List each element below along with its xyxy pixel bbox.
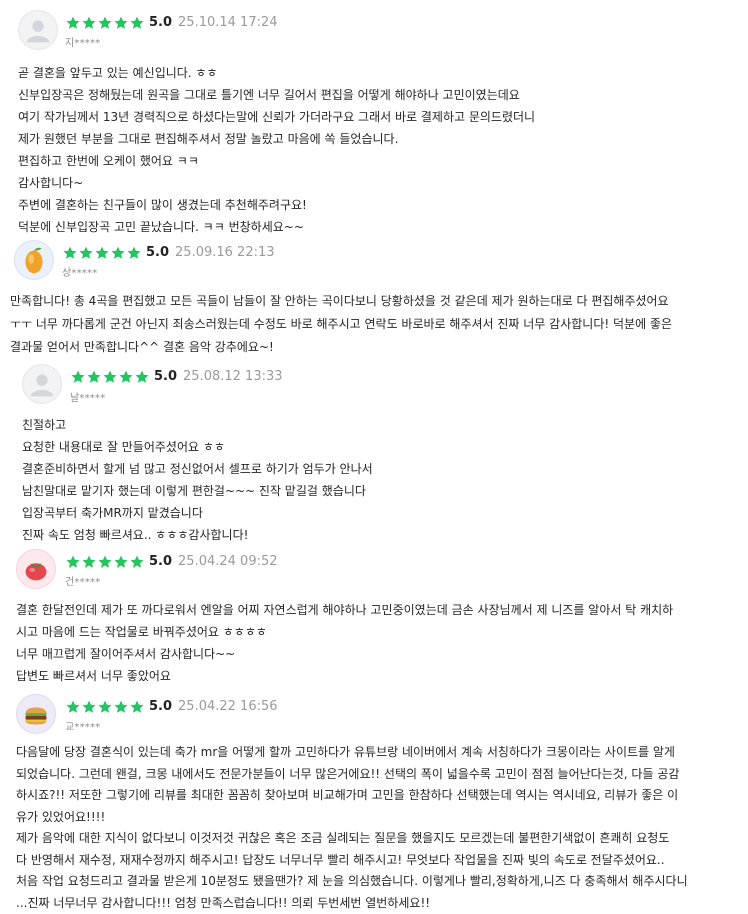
review-line: 유가 있었어요!!!! bbox=[16, 807, 688, 829]
star-icon bbox=[97, 554, 113, 570]
review-line: 답변도 빠르셔서 너무 좋았어요 bbox=[16, 665, 673, 687]
star-rating bbox=[65, 554, 145, 570]
star-icon bbox=[102, 369, 118, 385]
star-icon bbox=[94, 245, 110, 261]
review-line: 하시죠?!! 저또한 그렇기에 리뷰를 최대한 꼼꼼히 찾아보며 비교해가며 고… bbox=[16, 785, 688, 807]
review-date: 25.10.14 17:24 bbox=[178, 15, 278, 30]
rating-score: 5.0 bbox=[149, 554, 172, 569]
review-line: 곧 결혼을 앞두고 있는 예신입니다. ㅎㅎ bbox=[18, 62, 535, 84]
star-icon bbox=[65, 699, 81, 715]
review-date: 25.04.24 09:52 bbox=[178, 554, 278, 569]
review-text: 만족합니다! 총 4곡을 편집했고 모든 곡들이 남들이 잘 안하는 곡이다보니… bbox=[10, 290, 672, 359]
star-rating bbox=[65, 15, 145, 31]
star-icon bbox=[129, 554, 145, 570]
rating-row: 5.0 25.10.14 17:24 bbox=[65, 12, 278, 31]
star-icon bbox=[86, 369, 102, 385]
star-icon bbox=[113, 15, 129, 31]
avatar bbox=[22, 364, 62, 404]
star-icon bbox=[81, 15, 97, 31]
review-line: 다 반영해서 재수정, 재재수정까지 해주시고! 답장도 너무너무 빨리 해주시… bbox=[16, 850, 688, 872]
review-line: 처음 작업 요청드리고 결과물 받은게 10분정도 됐을땐가? 제 눈을 의심했… bbox=[16, 871, 688, 893]
star-rating bbox=[62, 245, 142, 261]
star-icon bbox=[70, 369, 86, 385]
review-text: 다음달에 당장 결혼식이 있는데 축가 mr을 어떻게 할까 고민하다가 유튜브… bbox=[16, 742, 688, 914]
star-icon bbox=[134, 369, 150, 385]
star-icon bbox=[129, 15, 145, 31]
review-line: 편집하고 한번에 오케이 했어요 ㅋㅋ bbox=[18, 150, 535, 172]
star-icon bbox=[110, 245, 126, 261]
review-date: 25.09.16 22:13 bbox=[175, 245, 275, 260]
review-line: 감사합니다~ bbox=[18, 172, 535, 194]
review-line: 되었습니다. 그런데 왠걸, 크몽 내에서도 전문가분들이 너무 많은거에요!!… bbox=[16, 764, 688, 786]
rating-row: 5.0 25.04.24 09:52 bbox=[65, 551, 278, 570]
star-icon bbox=[129, 699, 145, 715]
username: 날***** bbox=[70, 389, 105, 404]
avatar bbox=[14, 240, 54, 280]
review-line: 제가 원했던 부분을 그대로 편집해주셔서 정말 놀랐고 마음에 쏙 들었습니다… bbox=[18, 128, 535, 150]
mango-icon bbox=[15, 240, 53, 280]
review-line: 덕분에 신부입장곡 고민 끝났습니다. ㅋㅋ 번창하세요~~ bbox=[18, 216, 535, 238]
avatar bbox=[16, 549, 56, 589]
burger-icon bbox=[17, 694, 55, 734]
review-line: 너무 매끄럽게 잘이어주셔서 감사합니다~~ bbox=[16, 643, 673, 665]
review-line: 결과물 얻어서 만족합니다^^ 결혼 음악 강추에요~! bbox=[10, 336, 672, 359]
review-date: 25.04.22 16:56 bbox=[178, 699, 278, 714]
rating-score: 5.0 bbox=[149, 15, 172, 30]
review-line: 남친말대로 맡기자 했는데 이렇게 편한걸~~~ 진작 맡길걸 했습니다 bbox=[22, 480, 373, 502]
review-text: 곧 결혼을 앞두고 있는 예신입니다. ㅎㅎ 신부입장곡은 정해뒀는데 원곡을 … bbox=[18, 62, 535, 238]
star-icon bbox=[97, 15, 113, 31]
rating-score: 5.0 bbox=[149, 699, 172, 714]
star-rating bbox=[65, 699, 145, 715]
rating-score: 5.0 bbox=[154, 369, 177, 384]
rating-row: 5.0 25.09.16 22:13 bbox=[62, 242, 275, 261]
star-icon bbox=[97, 699, 113, 715]
review-line: 친절하고 bbox=[22, 414, 373, 436]
avatar bbox=[16, 694, 56, 734]
star-icon bbox=[81, 699, 97, 715]
star-icon bbox=[62, 245, 78, 261]
rating-row: 5.0 25.04.22 16:56 bbox=[65, 696, 278, 715]
review-line: ㅜㅜ 너무 까다롭게 군건 아닌지 죄송스러웠는데 수정도 바로 해주시고 연락… bbox=[10, 313, 672, 336]
review-line: 여기 작가님께서 13년 경력직으로 하셨다는말에 신뢰가 가더라구요 그래서 … bbox=[18, 106, 535, 128]
review-line: 결혼 한달전인데 제가 또 까다로워서 엔알을 어찌 자연스럽게 해야하나 고민… bbox=[16, 599, 673, 621]
review-date: 25.08.12 13:33 bbox=[183, 369, 283, 384]
avatar bbox=[18, 10, 58, 50]
review-line: 다음달에 당장 결혼식이 있는데 축가 mr을 어떻게 할까 고민하다가 유튜브… bbox=[16, 742, 688, 764]
star-icon bbox=[113, 554, 129, 570]
star-icon bbox=[113, 699, 129, 715]
review-text: 친절하고 요청한 내용대로 잘 만들어주셨어요 ㅎㅎ 결혼준비하면서 할게 넘 … bbox=[22, 414, 373, 546]
review-line: 주변에 결혼하는 친구들이 많이 생겼는데 추천해주려구요! bbox=[18, 194, 535, 216]
default-user-icon bbox=[19, 10, 57, 50]
tomato-icon bbox=[17, 549, 55, 589]
star-icon bbox=[65, 15, 81, 31]
star-icon bbox=[65, 554, 81, 570]
star-icon bbox=[81, 554, 97, 570]
rating-row: 5.0 25.08.12 13:33 bbox=[70, 366, 283, 385]
review-line: 신부입장곡은 정해뒀는데 원곡을 그대로 틀기엔 너무 길어서 편집을 어떻게 … bbox=[18, 84, 535, 106]
review-line: 만족합니다! 총 4곡을 편집했고 모든 곡들이 남들이 잘 안하는 곡이다보니… bbox=[10, 290, 672, 313]
username: 건***** bbox=[65, 573, 100, 588]
star-icon bbox=[126, 245, 142, 261]
review-line: 제가 음악에 대한 지식이 없다보니 이것저것 귀찮은 혹은 조금 실례되는 질… bbox=[16, 828, 688, 850]
review-line: 결혼준비하면서 할게 넘 많고 정신없어서 셀프로 하기가 엄두가 안나서 bbox=[22, 458, 373, 480]
star-icon bbox=[118, 369, 134, 385]
rating-score: 5.0 bbox=[146, 245, 169, 260]
review-line: 진짜 속도 엄청 빠르셔요.. ㅎㅎㅎ감사합니다! bbox=[22, 524, 373, 546]
review-line: 시고 마음에 드는 작업물로 바꿔주셨어요 ㅎㅎㅎㅎ bbox=[16, 621, 673, 643]
review-line: 요청한 내용대로 잘 만들어주셨어요 ㅎㅎ bbox=[22, 436, 373, 458]
review-line: ...진짜 너무너무 감사합니다!!! 엄청 만족스럽습니다!! 의뢰 두번세번… bbox=[16, 893, 688, 914]
star-rating bbox=[70, 369, 150, 385]
review-text: 결혼 한달전인데 제가 또 까다로워서 엔알을 어찌 자연스럽게 해야하나 고민… bbox=[16, 599, 673, 687]
username: 지***** bbox=[65, 34, 100, 49]
username: 상***** bbox=[62, 264, 97, 279]
star-icon bbox=[78, 245, 94, 261]
review-line: 입장곡부터 축가MR까지 맡겼습니다 bbox=[22, 502, 373, 524]
default-user-icon bbox=[23, 364, 61, 404]
username: 교***** bbox=[65, 718, 100, 733]
